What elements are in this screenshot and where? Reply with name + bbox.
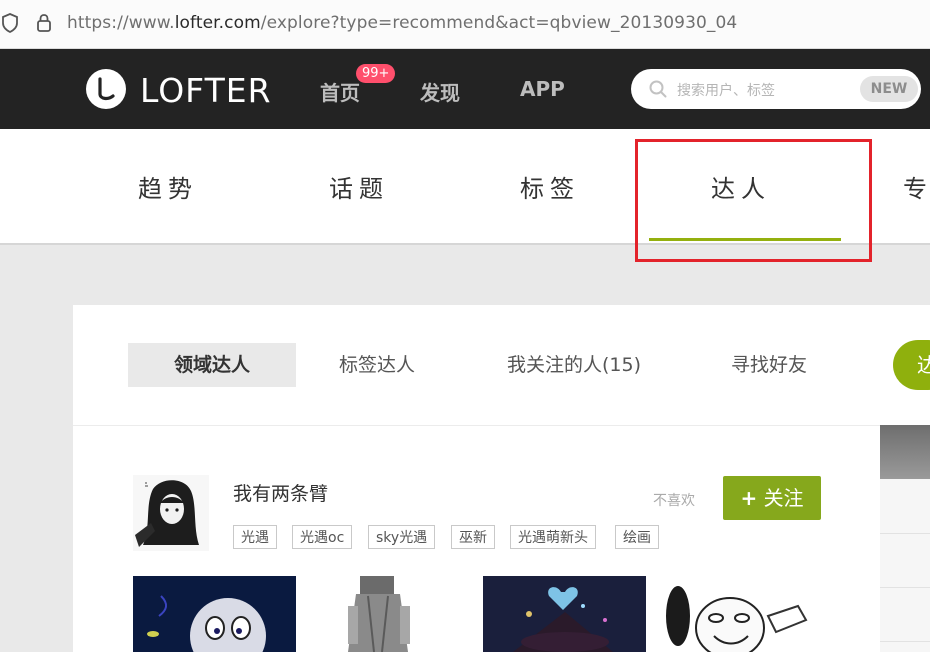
post-thumbnail[interactable] [658,576,821,652]
panel-header [880,425,930,479]
top-navbar: LOFTER 首页 99+ 发现 APP 搜索用户、标签 NEW [0,49,930,129]
divider [880,587,930,588]
divider [880,533,930,534]
search-placeholder: 搜索用户、标签 [677,83,775,99]
url-text[interactable]: https://www.lofter.com/explore?type=reco… [67,13,737,33]
content-card: 领域达人 标签达人 我关注的人(15) 寻找好友 达 我有两条臂 不喜欢 + 关… [73,305,930,652]
search-new-badge[interactable]: NEW [860,76,918,102]
highlight-box [635,139,872,262]
tag-item[interactable]: 光遇 [233,525,277,549]
subtab-find-friends[interactable]: 寻找好友 [731,343,807,387]
search-icon [649,80,667,98]
subtab-tag-experts[interactable]: 标签达人 [339,343,415,387]
shield-icon[interactable] [2,13,18,33]
dislike-link[interactable]: 不喜欢 [653,490,695,510]
address-bar[interactable]: https://www.lofter.com/explore?type=reco… [0,0,930,49]
follow-button[interactable]: + 关注 [723,476,821,520]
username[interactable]: 我有两条臂 [233,479,328,506]
green-pill-button[interactable]: 达 [893,340,930,390]
subtab-following[interactable]: 我关注的人(15) [507,343,641,387]
tab-special[interactable]: 专 [903,169,930,204]
lock-icon[interactable] [36,13,52,33]
tab-trend[interactable]: 趋势 [138,169,198,204]
plus-icon: + [740,486,758,510]
post-thumbnail[interactable] [308,576,471,652]
url-prefix: https://www. [67,13,175,33]
right-side-panel [880,425,930,652]
avatar[interactable] [133,475,209,551]
nav-discover[interactable]: 发现 [420,77,460,106]
divider [880,641,930,642]
tag-item[interactable]: 光遇萌新头 [510,525,596,549]
tab-tag[interactable]: 标签 [520,169,580,204]
search-box[interactable]: 搜索用户、标签 NEW [631,69,921,109]
post-thumbnail[interactable] [133,576,296,652]
tab-topic[interactable]: 话题 [329,169,389,204]
url-domain: lofter.com [174,13,261,33]
nav-home[interactable]: 首页 [320,77,360,106]
follow-label: 关注 [763,486,804,510]
tag-item[interactable]: 巫新 [451,525,495,549]
post-thumbnail[interactable] [483,576,646,652]
subtab-domain-experts[interactable]: 领域达人 [128,343,296,387]
tag-item[interactable]: 绘画 [615,525,659,549]
tag-item[interactable]: sky光遇 [368,525,436,549]
lofter-logo[interactable]: LOFTER [86,69,271,111]
notification-badge: 99+ [356,64,396,83]
nav-app[interactable]: APP [520,77,565,101]
logo-icon [86,69,126,109]
sub-tabs: 领域达人 标签达人 我关注的人(15) 寻找好友 达 [73,305,930,426]
logo-wordmark: LOFTER [140,71,272,110]
tag-item[interactable]: 光遇oc [292,525,353,549]
url-path: /explore?type=recommend&act=qbview_20130… [260,13,738,33]
